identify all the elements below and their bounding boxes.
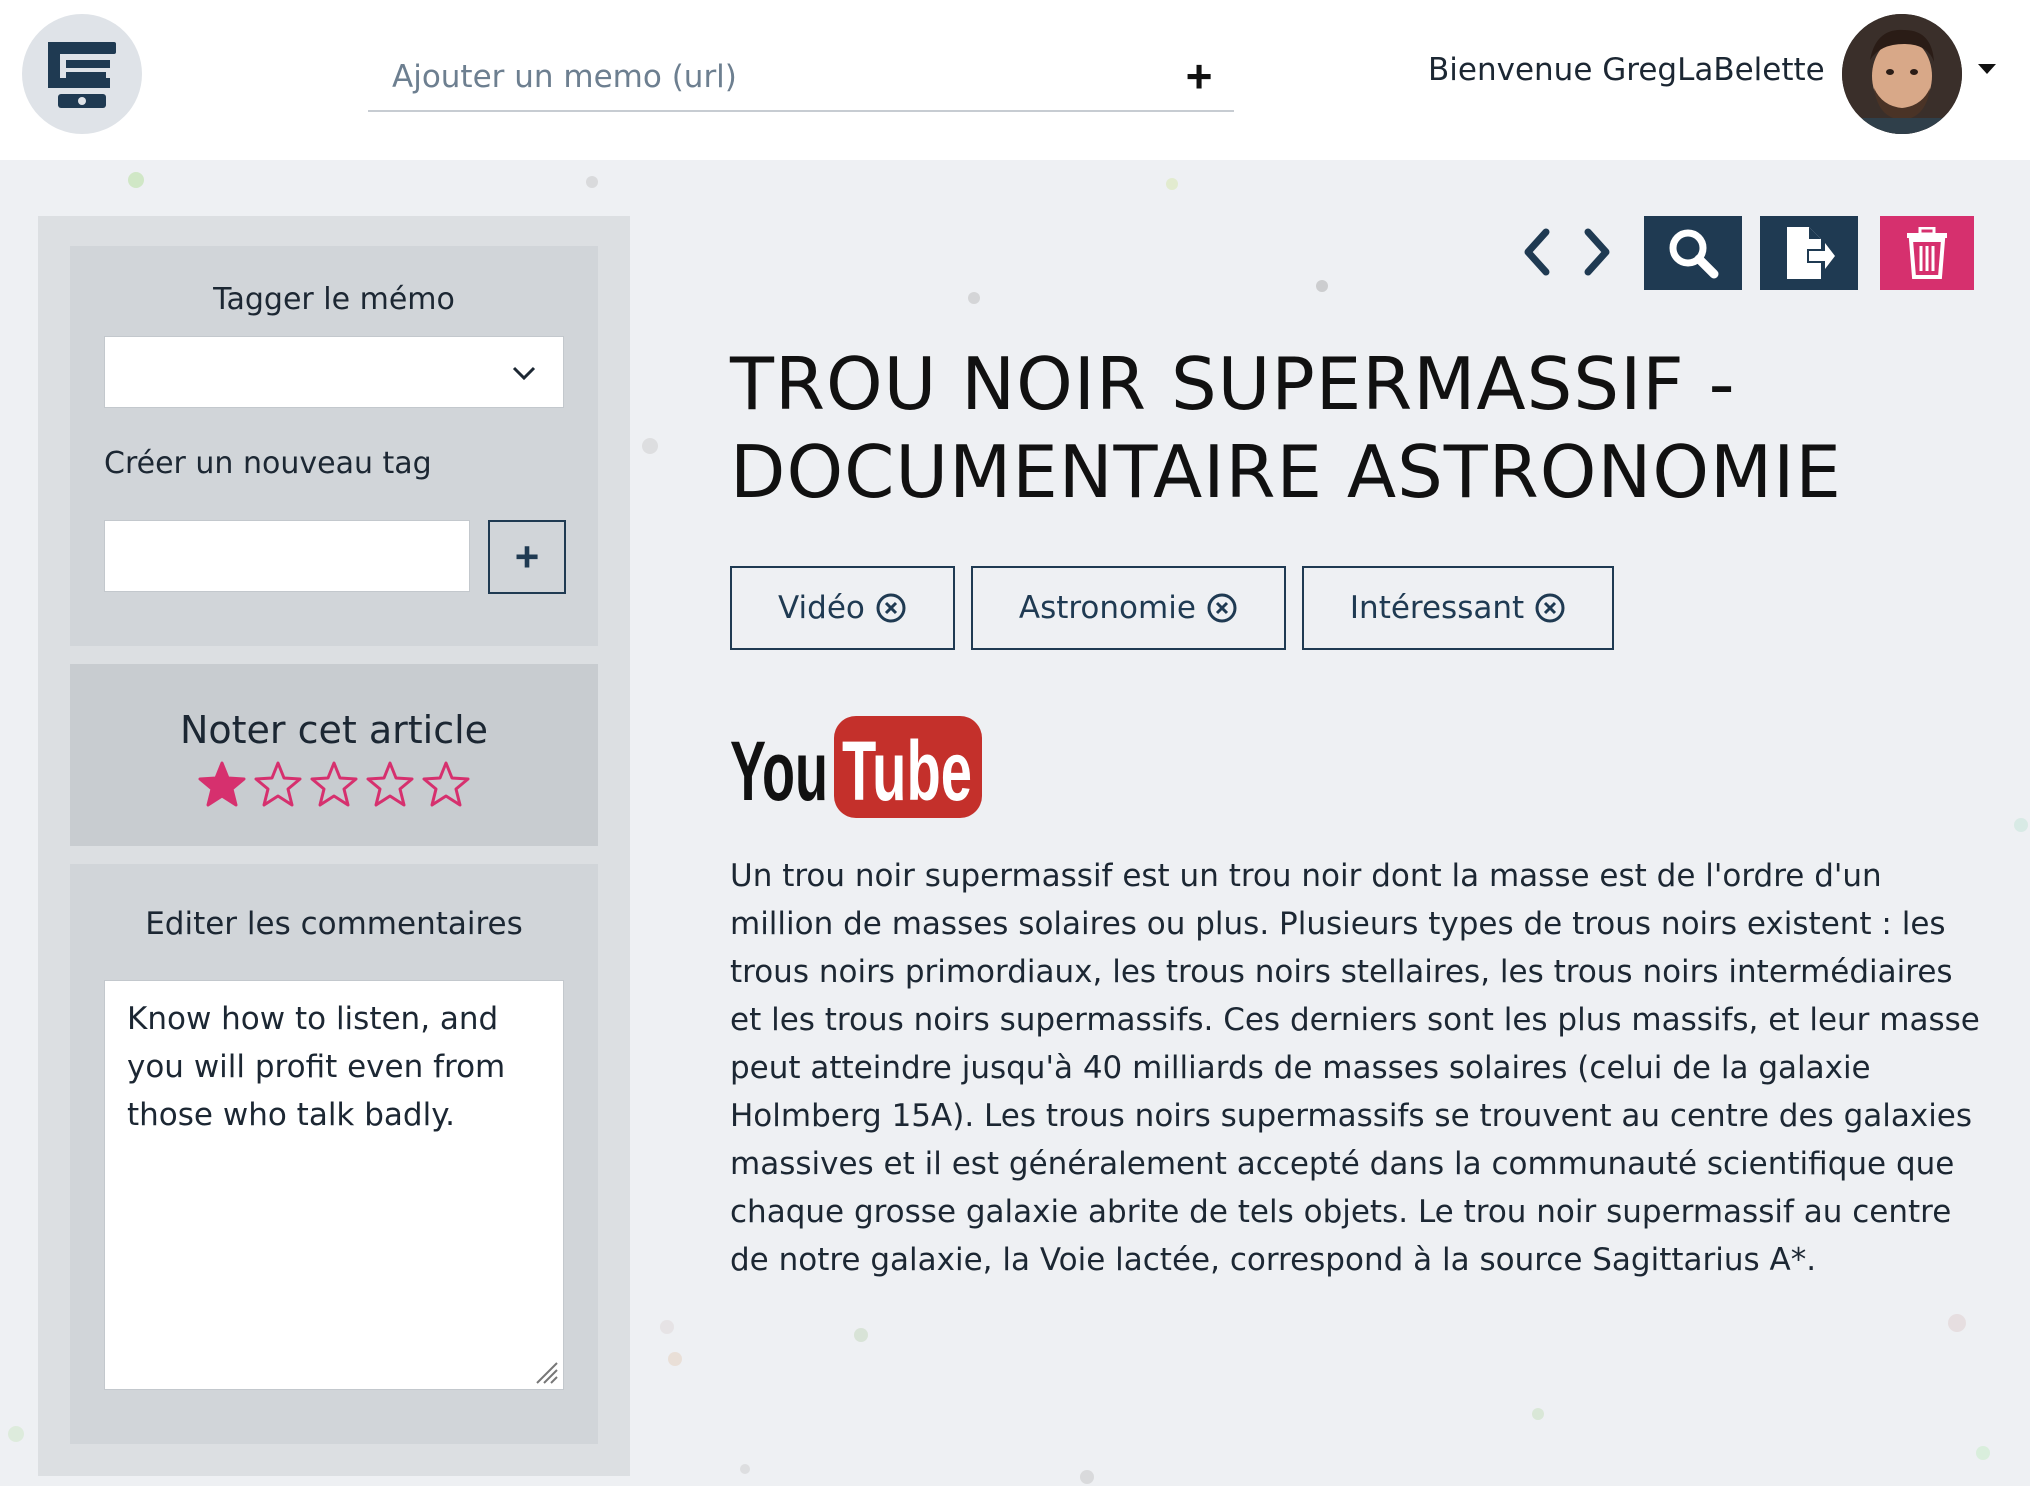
memo-url-field: + [368, 46, 1234, 112]
remove-tag-icon[interactable] [875, 592, 907, 624]
robot-logo-icon [48, 42, 116, 108]
tag-memo-panel: Tagger le mémo Créer un nouveau tag + [70, 246, 598, 646]
star-empty-icon[interactable] [418, 760, 474, 810]
youtube-logo-tube: Tube [842, 724, 972, 818]
export-button[interactable] [1760, 216, 1858, 290]
user-menu-caret-icon[interactable] [1978, 64, 1996, 74]
memo-url-input[interactable] [390, 46, 1154, 108]
search-icon [1669, 229, 1719, 279]
tag-chip[interactable]: Intéressant [1301, 566, 1615, 650]
tag-chip-label: Intéressant [1349, 590, 1525, 626]
file-export-icon [1787, 227, 1835, 279]
chevron-down-icon [512, 366, 536, 381]
create-tag-button[interactable]: + [488, 520, 566, 594]
tag-panel-title: Tagger le mémo [213, 282, 455, 317]
search-button[interactable] [1644, 216, 1742, 290]
top-bar: + Bienvenue GregLaBelette [0, 0, 2030, 160]
new-tag-label: Créer un nouveau tag [104, 446, 432, 481]
comment-textarea[interactable]: Know how to listen, and you will profit … [104, 980, 564, 1390]
tag-chip-label: Astronomie [1018, 590, 1196, 626]
resize-grip-icon[interactable] [533, 1359, 559, 1385]
rating-title: Noter cet article [179, 708, 489, 752]
user-avatar[interactable] [1842, 14, 1962, 134]
star-empty-icon[interactable] [306, 760, 362, 810]
tag-chip-label: Vidéo [778, 590, 865, 626]
comments-panel: Editer les commentaires Know how to list… [70, 864, 598, 1444]
new-tag-input[interactable] [104, 520, 470, 592]
next-memo-button[interactable] [1574, 224, 1618, 280]
remove-tag-icon[interactable] [1534, 592, 1566, 624]
star-empty-icon[interactable] [362, 760, 418, 810]
app-logo[interactable] [22, 14, 142, 134]
comment-text: Know how to listen, and you will profit … [127, 1001, 506, 1133]
youtube-logo: You Tube [730, 712, 982, 824]
tag-chip[interactable]: Vidéo [730, 566, 955, 650]
memo-tags: Vidéo Astronomie Intéressant [730, 566, 1630, 650]
welcome-text: Bienvenue GregLaBelette [1428, 52, 1825, 88]
rating-panel: Noter cet article [70, 664, 598, 846]
previous-memo-button[interactable] [1516, 224, 1560, 280]
youtube-logo-you: You [730, 724, 828, 818]
memo-sidebar: Tagger le mémo Créer un nouveau tag + No… [38, 216, 630, 1476]
tag-select[interactable] [104, 336, 564, 408]
star-filled-icon[interactable] [194, 760, 250, 810]
chevron-right-icon [1584, 228, 1610, 276]
memo-description: Un trou noir supermassif est un trou noi… [730, 858, 1980, 1278]
add-memo-button[interactable]: + [1174, 50, 1224, 102]
trash-icon [1907, 227, 1947, 279]
comments-title: Editer les commentaires [145, 906, 523, 942]
star-empty-icon[interactable] [250, 760, 306, 810]
memo-title: TROU NOIR SUPERMASSIF - DOCUMENTAIRE AST… [730, 342, 1842, 514]
chevron-left-icon [1524, 228, 1550, 276]
tag-chip[interactable]: Astronomie [970, 566, 1286, 650]
delete-button[interactable] [1880, 216, 1974, 290]
remove-tag-icon[interactable] [1206, 592, 1238, 624]
star-rating [70, 760, 598, 814]
